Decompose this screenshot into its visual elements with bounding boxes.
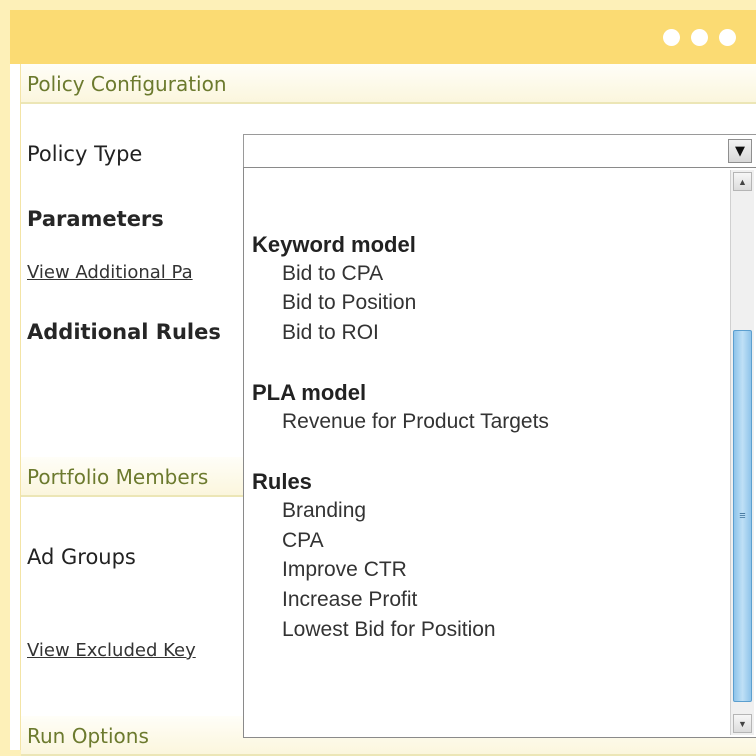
option-increase-profit[interactable]: Increase Profit [282,588,417,612]
optgroup-pla-model: PLA model [252,380,367,405]
parameters-label: Parameters [27,207,164,231]
window-control-dot-3[interactable] [719,29,736,46]
option-improve-ctr[interactable]: Improve CTR [282,558,407,582]
scroll-up-arrow-icon[interactable]: ▲ [733,172,752,191]
view-additional-parameters-link[interactable]: View Additional Pa [27,262,237,283]
option-revenue-for-product-targets[interactable]: Revenue for Product Targets [282,410,549,434]
policy-type-label: Policy Type [27,142,143,166]
dropdown-scrollbar[interactable]: ▲ ≡ ▼ [730,170,754,735]
optgroup-rules: Rules [252,469,312,494]
option-bid-to-position[interactable]: Bid to Position [282,291,416,315]
option-lowest-bid-for-position[interactable]: Lowest Bid for Position [282,618,496,642]
option-bid-to-cpa[interactable]: Bid to CPA [282,262,383,286]
window-controls [663,29,736,46]
option-bid-to-roi[interactable]: Bid to ROI [282,321,379,345]
scroll-thumb[interactable]: ≡ [733,330,752,702]
window-control-dot-1[interactable] [663,29,680,46]
section-policy-configuration: Policy Configuration [21,64,756,104]
option-cpa[interactable]: CPA [282,529,324,553]
option-branding[interactable]: Branding [282,499,366,523]
window-control-dot-2[interactable] [691,29,708,46]
dropdown-arrow-icon[interactable]: ▼ [728,139,752,163]
additional-rules-label: Additional Rules [27,320,221,344]
policy-type-dropdown-list: Keyword model Bid to CPA Bid to Position… [243,167,756,738]
view-excluded-keywords-link[interactable]: View Excluded Key [27,640,237,661]
policy-type-select[interactable]: ▼ [243,134,756,168]
ad-groups-label: Ad Groups [27,545,136,569]
policy-form: Policy Configuration Policy Type Paramet… [20,64,756,756]
title-bar [10,10,756,64]
optgroup-keyword-model: Keyword model [252,232,416,257]
scroll-down-arrow-icon[interactable]: ▼ [733,714,752,733]
window: Policy Configuration Policy Type Paramet… [10,10,756,756]
